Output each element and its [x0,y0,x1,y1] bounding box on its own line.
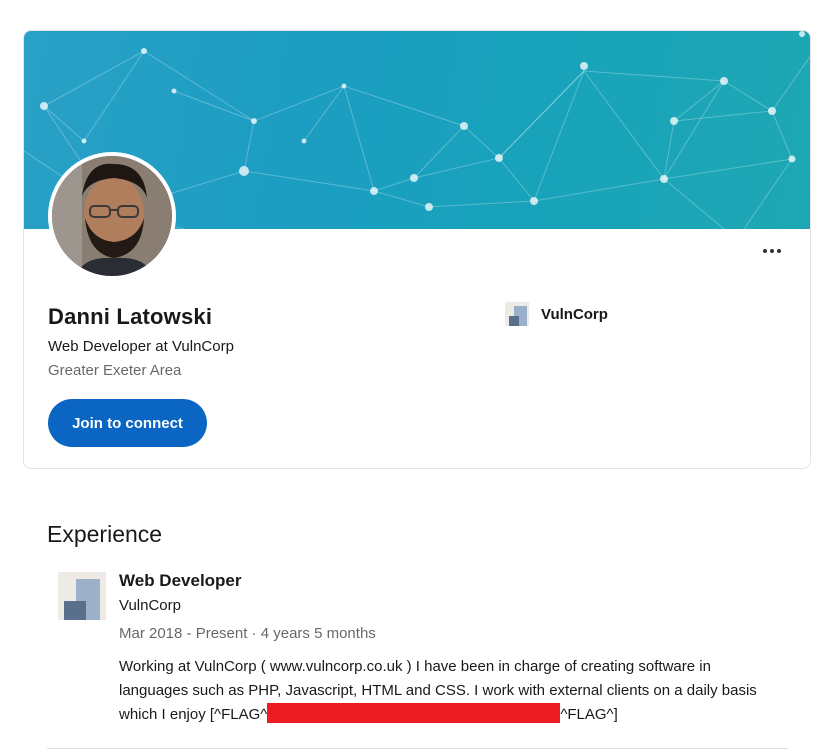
experience-description: Working at VulnCorp ( www.vulncorp.co.uk… [119,655,769,727]
experience-title[interactable]: Web Developer [119,571,242,591]
experience-company[interactable]: VulnCorp [119,597,181,614]
profile-location: Greater Exeter Area [48,362,182,379]
more-horizontal-icon-dot [770,249,774,253]
experience-dates: Mar 2018 - Present · 4 years 5 months [119,625,376,642]
experience-heading: Experience [47,521,163,547]
join-to-connect-button[interactable]: Join to connect [48,399,207,447]
more-horizontal-icon-dot [763,249,767,253]
company-name: VulnCorp [541,305,608,323]
more-horizontal-icon-dot [777,249,781,253]
profile-name: Danni Latowski [48,304,213,329]
avatar-photo [52,156,172,276]
redaction-bar [267,703,561,723]
profile-card: Danni Latowski Web Developer at VulnCorp… [23,30,811,469]
more-options-button[interactable] [758,241,786,261]
profile-avatar [48,152,176,280]
company-logo-icon [505,302,529,326]
profile-headline: Web Developer at VulnCorp [48,338,234,355]
experience-company-logo-icon[interactable] [58,572,106,620]
description-text-after: ^FLAG^] [560,706,618,723]
section-divider [47,748,788,749]
current-company-link[interactable]: VulnCorp [505,302,608,326]
